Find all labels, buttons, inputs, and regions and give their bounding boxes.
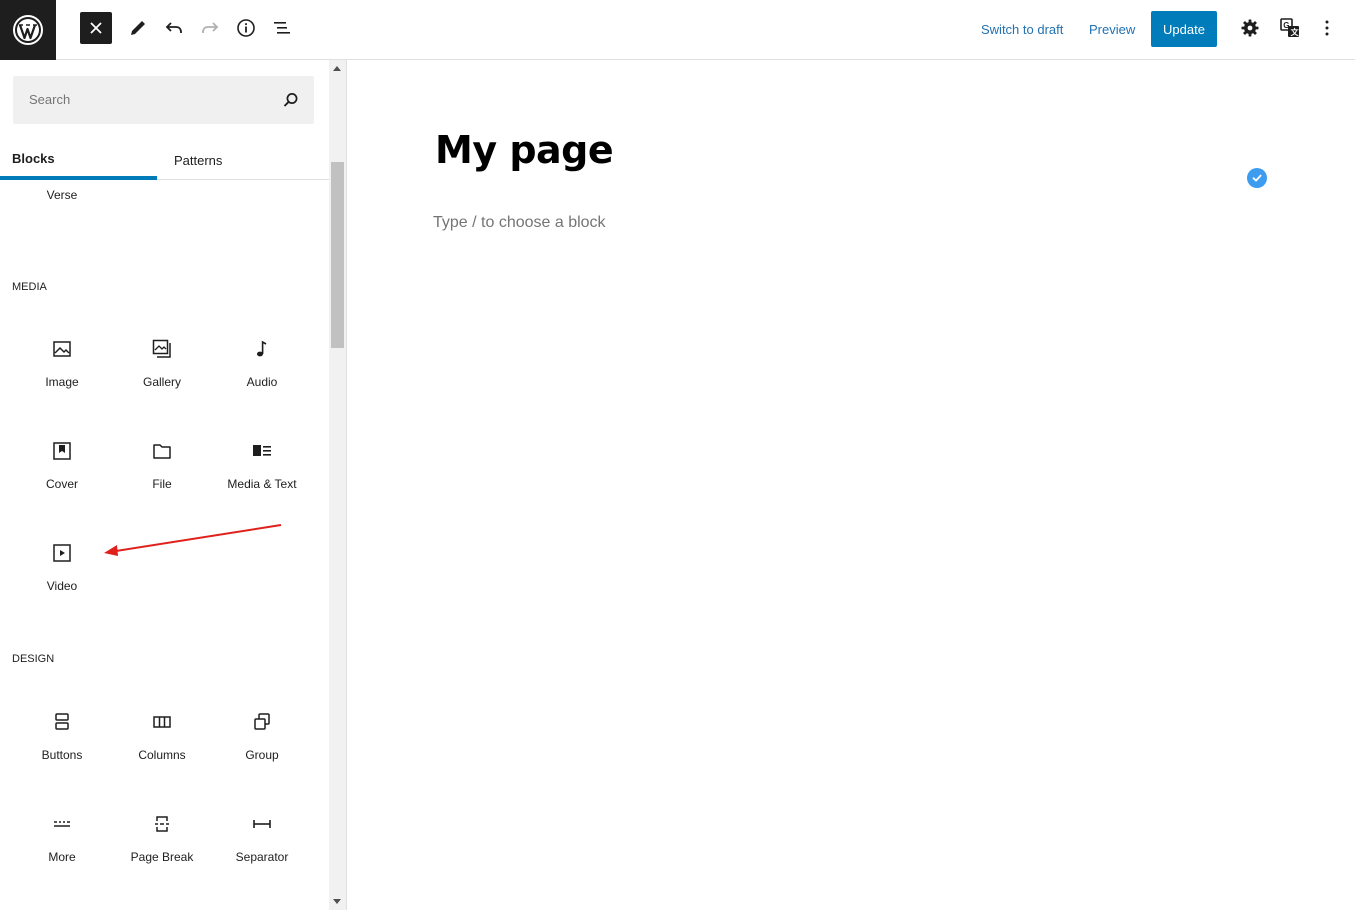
cover-icon (52, 441, 72, 461)
block-label: Audio (246, 375, 278, 389)
block-label: Verse (46, 188, 78, 202)
editor-canvas: My page Type / to choose a block (347, 60, 1355, 910)
block-media-text[interactable]: Media & Text (212, 441, 312, 531)
wordpress-logo-icon[interactable] (0, 0, 56, 60)
block-inserter-panel: Blocks Patterns Verse MEDIA Image Galler… (0, 60, 347, 910)
block-label: Media & Text (227, 477, 297, 491)
tab-patterns[interactable]: Patterns (157, 140, 314, 180)
block-label: Group (245, 748, 279, 762)
video-icon (52, 543, 72, 563)
block-label: Separator (235, 850, 289, 864)
settings-button[interactable] (1236, 14, 1264, 42)
block-label: Buttons (41, 748, 83, 762)
block-label: Page Break (130, 850, 194, 864)
block-label: Gallery (142, 375, 181, 389)
buttons-icon (52, 712, 72, 732)
list-view-button[interactable] (268, 14, 296, 42)
redo-button[interactable] (196, 14, 224, 42)
list-view-icon (274, 22, 290, 34)
block-placeholder[interactable]: Type / to choose a block (433, 214, 606, 232)
image-icon (52, 339, 72, 359)
scrollbar-thumb[interactable] (331, 162, 344, 348)
preview-button[interactable]: Preview (1089, 22, 1135, 37)
block-page-break[interactable]: Page Break (112, 814, 212, 904)
block-file[interactable]: File (112, 441, 212, 531)
checkmark-badge-icon (1247, 168, 1267, 188)
search-box[interactable] (13, 76, 314, 124)
close-icon (90, 22, 102, 34)
media-text-icon (252, 441, 272, 461)
block-columns[interactable]: Columns (112, 712, 212, 802)
block-buttons[interactable]: Buttons (12, 712, 112, 802)
gear-icon (1241, 19, 1259, 37)
scroll-up-arrow-icon[interactable] (333, 66, 341, 71)
block-label: Image (45, 375, 79, 389)
switch-to-draft-button[interactable]: Switch to draft (981, 22, 1063, 37)
block-gallery[interactable]: Gallery (112, 339, 212, 429)
more-icon (52, 814, 72, 834)
translate-icon: G 文 (1280, 18, 1300, 37)
undo-button[interactable] (160, 14, 188, 42)
info-icon (237, 19, 255, 37)
search-input[interactable] (29, 92, 269, 107)
file-icon (152, 441, 172, 461)
options-menu-button[interactable] (1313, 14, 1341, 42)
close-inserter-button[interactable] (80, 12, 112, 44)
search-icon[interactable] (282, 91, 300, 109)
details-button[interactable] (232, 14, 260, 42)
svg-text:文: 文 (1291, 27, 1300, 37)
block-audio[interactable]: Audio (212, 339, 312, 429)
undo-icon (165, 22, 182, 33)
block-cover[interactable]: Cover (12, 441, 112, 531)
block-more[interactable]: More (12, 814, 112, 904)
update-button[interactable]: Update (1151, 11, 1217, 47)
audio-icon (252, 339, 272, 359)
block-label: More (48, 850, 76, 864)
block-label: File (152, 477, 172, 491)
columns-icon (152, 712, 172, 732)
pencil-icon (131, 21, 145, 35)
block-label: Columns (138, 748, 186, 762)
redo-icon (202, 22, 219, 33)
more-vertical-icon (1325, 20, 1329, 36)
sidebar-scrollbar[interactable] (329, 60, 346, 910)
section-title-media: MEDIA (12, 281, 47, 293)
inserter-tabs: Blocks Patterns (0, 140, 329, 180)
page-break-icon (152, 814, 172, 834)
block-label: Video (46, 579, 78, 593)
block-separator[interactable]: Separator (212, 814, 312, 904)
section-title-design: DESIGN (12, 653, 55, 665)
tab-blocks[interactable]: Blocks (0, 140, 157, 180)
block-verse[interactable]: Verse (12, 180, 112, 242)
tools-button[interactable] (124, 14, 152, 42)
translate-button[interactable]: G 文 (1276, 14, 1304, 42)
scroll-down-arrow-icon[interactable] (333, 899, 341, 904)
blocks-list: Verse MEDIA Image Gallery Audio Cover Fi… (0, 180, 329, 910)
separator-icon (252, 814, 272, 834)
block-image[interactable]: Image (12, 339, 112, 429)
group-icon (252, 712, 272, 732)
gallery-icon (152, 339, 172, 359)
page-title[interactable]: My page (435, 128, 614, 172)
editor-header: Switch to draft Preview Update G 文 (0, 0, 1355, 60)
block-label: Cover (45, 477, 78, 491)
block-video[interactable]: Video (12, 543, 112, 633)
block-group[interactable]: Group (212, 712, 312, 802)
